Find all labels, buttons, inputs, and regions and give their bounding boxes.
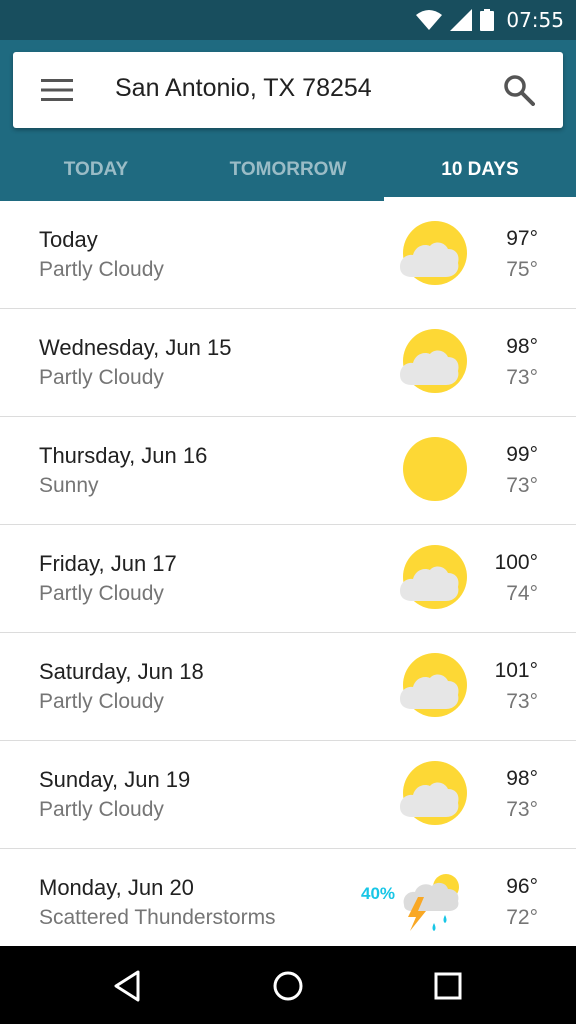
partly-cloudy-icon: [400, 761, 467, 825]
signal-icon: [450, 9, 473, 31]
forecast-low: 73°: [506, 690, 538, 713]
forecast-row[interactable]: Wednesday, Jun 15 Partly Cloudy 98° 73°: [0, 309, 576, 417]
partly-cloudy-icon: [400, 545, 467, 609]
forecast-low: 72°: [506, 906, 538, 929]
forecast-condition: Partly Cloudy: [39, 582, 164, 605]
forecast-condition: Scattered Thunderstorms: [39, 906, 276, 929]
forecast-low: 74°: [506, 582, 538, 605]
location-text[interactable]: San Antonio, TX 78254: [115, 74, 372, 103]
forecast-condition: Partly Cloudy: [39, 258, 164, 281]
forecast-condition: Sunny: [39, 474, 99, 497]
location-search-bar[interactable]: San Antonio, TX 78254: [13, 52, 563, 128]
tab-bar: TODAY TOMORROW 10 DAYS: [0, 138, 576, 201]
forecast-high: 98°: [506, 335, 538, 358]
precipitation-chance: 40%: [361, 884, 396, 903]
sunny-icon: [403, 437, 467, 501]
tab-today[interactable]: TODAY: [0, 138, 192, 201]
forecast-row[interactable]: Saturday, Jun 18 Partly Cloudy 101° 73°: [0, 633, 576, 741]
forecast-day: Wednesday, Jun 15: [39, 335, 232, 360]
forecast-condition: Partly Cloudy: [39, 798, 164, 821]
forecast-row[interactable]: Thursday, Jun 16 Sunny 99° 73°: [0, 417, 576, 525]
back-icon[interactable]: [108, 966, 148, 1006]
forecast-low: 73°: [506, 798, 538, 821]
forecast-row[interactable]: Today Partly Cloudy 97° 75°: [0, 201, 576, 309]
search-icon[interactable]: [503, 74, 535, 106]
partly-cloudy-icon: [400, 221, 467, 285]
status-time: 07:55: [506, 8, 564, 32]
thunderstorm-icon: [403, 874, 459, 931]
forecast-high: 100°: [494, 551, 538, 574]
forecast-day: Sunday, Jun 19: [39, 767, 191, 792]
partly-cloudy-icon: [400, 329, 467, 393]
forecast-low: 73°: [506, 474, 538, 497]
app-header: San Antonio, TX 78254 TODAY TOMORROW 10 …: [0, 40, 576, 201]
forecast-high: 99°: [506, 443, 538, 466]
forecast-high: 101°: [494, 659, 538, 682]
forecast-row[interactable]: Sunday, Jun 19 Partly Cloudy 98° 73°: [0, 741, 576, 849]
forecast-row[interactable]: Friday, Jun 17 Partly Cloudy 100° 74°: [0, 525, 576, 633]
forecast-day: Today: [39, 227, 98, 252]
forecast-high: 97°: [506, 227, 538, 250]
navigation-bar: [0, 946, 576, 1024]
forecast-day: Thursday, Jun 16: [39, 443, 208, 468]
forecast-condition: Partly Cloudy: [39, 366, 164, 389]
tab-tomorrow[interactable]: TOMORROW: [192, 138, 384, 201]
menu-icon[interactable]: [41, 78, 73, 102]
forecast-low: 73°: [506, 366, 538, 389]
forecast-day: Saturday, Jun 18: [39, 659, 204, 684]
battery-icon: [480, 9, 495, 31]
forecast-day: Friday, Jun 17: [39, 551, 177, 576]
forecast-list[interactable]: Today Partly Cloudy 97° 75° Wednesday, J…: [0, 201, 576, 946]
forecast-row[interactable]: Monday, Jun 20 Scattered Thunderstorms 4…: [0, 849, 576, 946]
forecast-high: 96°: [506, 875, 538, 898]
status-bar: 07:55: [0, 0, 576, 40]
tab-10-days[interactable]: 10 DAYS: [384, 138, 576, 201]
status-icons: 07:55: [416, 8, 564, 32]
forecast-high: 98°: [506, 767, 538, 790]
forecast-condition: Partly Cloudy: [39, 690, 164, 713]
forecast-low: 75°: [506, 258, 538, 281]
home-icon[interactable]: [268, 966, 308, 1006]
forecast-day: Monday, Jun 20: [39, 875, 194, 900]
partly-cloudy-icon: [400, 653, 467, 717]
recents-icon[interactable]: [428, 966, 468, 1006]
wifi-icon: [416, 10, 443, 30]
